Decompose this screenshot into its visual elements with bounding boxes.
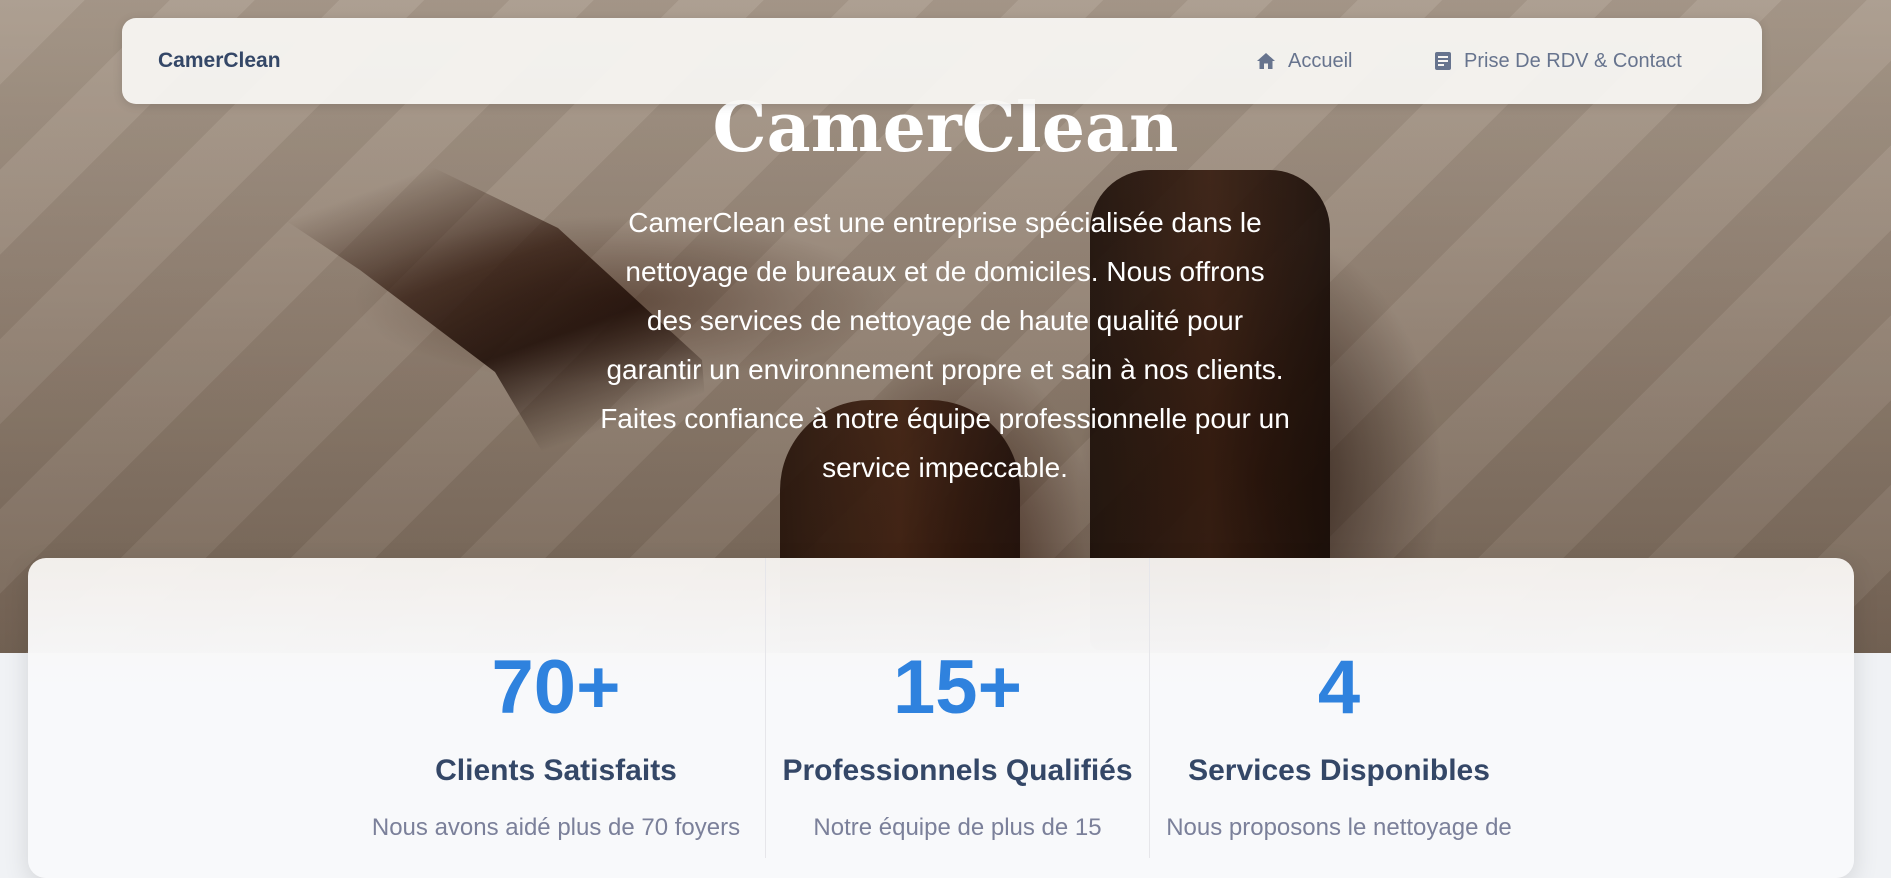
stat-title: Clients Satisfaits bbox=[435, 754, 677, 787]
stat-number: 70+ bbox=[491, 645, 621, 730]
stat-title: Services Disponibles bbox=[1188, 754, 1490, 787]
navbar: CamerClean Accueil Prise De RDV & Contac… bbox=[122, 18, 1762, 104]
nav-link-label: Prise De RDV & Contact bbox=[1464, 49, 1682, 72]
home-icon bbox=[1256, 52, 1276, 70]
stat-professionals: 15+ Professionnels Qualifiés Notre équip… bbox=[765, 558, 1150, 858]
nav-link-accueil[interactable]: Accueil bbox=[1256, 50, 1352, 73]
stats-card: 70+ Clients Satisfaits Nous avons aidé p… bbox=[28, 558, 1854, 878]
stat-number: 4 bbox=[1317, 645, 1361, 730]
stat-services: 4 Services Disponibles Nous proposons le… bbox=[1149, 558, 1529, 858]
stat-description: Nous avons aidé plus de 70 foyers bbox=[371, 814, 741, 841]
hero-description: CamerClean est une entreprise spécialisé… bbox=[600, 207, 1290, 483]
stat-description: Nous proposons le nettoyage de bbox=[1166, 814, 1512, 841]
brand-link[interactable]: CamerClean bbox=[158, 49, 281, 73]
nav-link-contact[interactable]: Prise De RDV & Contact bbox=[1434, 50, 1682, 73]
stat-description: Notre équipe de plus de 15 bbox=[813, 814, 1102, 841]
stat-title: Professionnels Qualifiés bbox=[782, 754, 1133, 787]
stat-clients: 70+ Clients Satisfaits Nous avons aidé p… bbox=[366, 558, 746, 858]
nav-link-label: Accueil bbox=[1288, 49, 1353, 72]
stat-number: 15+ bbox=[893, 645, 1022, 730]
document-icon bbox=[1434, 51, 1452, 71]
